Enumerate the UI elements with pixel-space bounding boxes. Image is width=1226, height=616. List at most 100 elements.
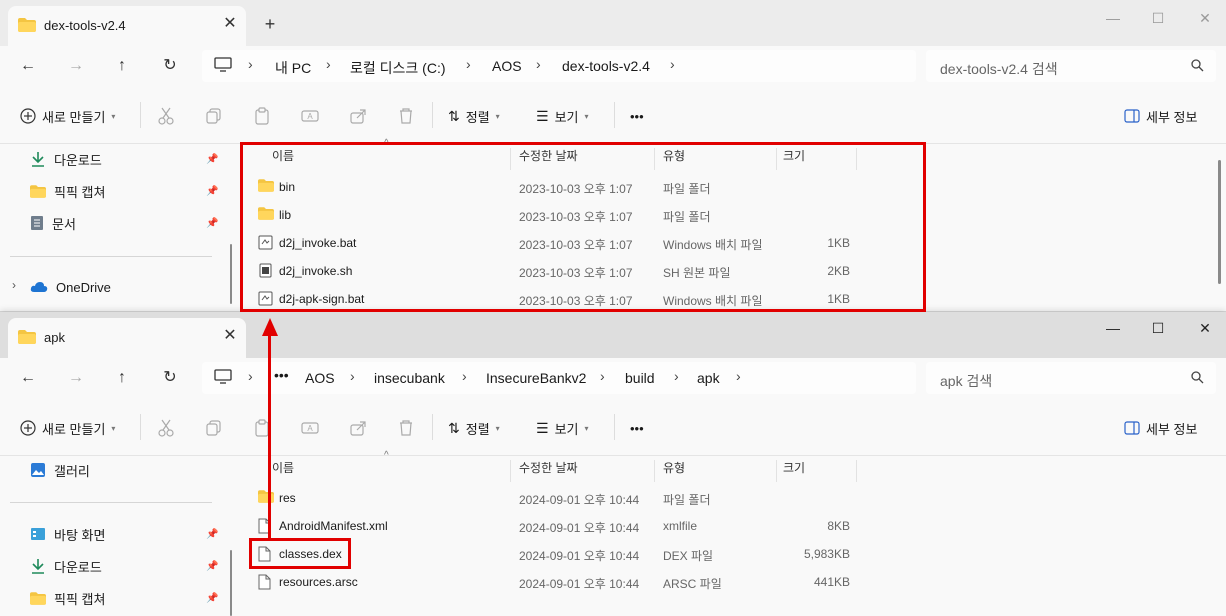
column-header-date[interactable]: 수정한 날짜 <box>519 459 578 481</box>
breadcrumb-item[interactable]: build <box>625 370 655 386</box>
sort-button[interactable]: ⇅ 정렬 ▾ <box>448 106 500 126</box>
trash-icon[interactable] <box>396 106 416 126</box>
paste-icon[interactable] <box>252 106 272 126</box>
sidebar-item-downloads[interactable]: 다운로드 <box>30 555 102 577</box>
maximize-button[interactable]: ☐ <box>1143 6 1173 30</box>
pin-icon[interactable]: 📌 <box>206 593 218 604</box>
copy-icon[interactable] <box>204 106 224 126</box>
more-button[interactable]: ••• <box>630 106 644 126</box>
copy-icon[interactable] <box>204 418 224 438</box>
refresh-icon[interactable]: ↻ <box>156 364 184 392</box>
sidebar-item-pick-capture[interactable]: 픽픽 캡쳐 <box>30 587 105 609</box>
rename-icon[interactable]: A <box>300 106 320 126</box>
forward-arrow-icon[interactable]: → <box>62 364 90 392</box>
breadcrumb-overflow[interactable]: ••• <box>274 367 289 383</box>
sidebar-item-label: 문서 <box>52 216 76 232</box>
sidebar-item-downloads[interactable]: 다운로드 <box>30 148 102 170</box>
sidebar-scrollbar[interactable] <box>230 244 232 304</box>
new-button[interactable]: 새로 만들기 ▾ <box>20 418 115 438</box>
close-window-button[interactable]: ✕ <box>1190 316 1220 340</box>
refresh-icon[interactable]: ↻ <box>156 52 184 80</box>
breadcrumb[interactable]: › 내 PC › 로컬 디스크 (C:) › AOS › dex-tools-v… <box>202 50 916 82</box>
sidebar-item-label: 바탕 화면 <box>54 527 106 543</box>
breadcrumb-item[interactable]: insecubank <box>374 370 445 386</box>
pin-icon[interactable]: 📌 <box>206 561 218 572</box>
details-pane-button[interactable]: 세부 정보 <box>1124 106 1197 126</box>
sidebar-item-label: OneDrive <box>56 279 111 295</box>
sidebar-item-pick-capture[interactable]: 픽픽 캡쳐 <box>30 180 105 202</box>
breadcrumb-item[interactable]: apk <box>697 370 720 386</box>
pin-icon[interactable]: 📌 <box>206 529 218 540</box>
breadcrumb-item[interactable]: 내 PC <box>275 58 311 78</box>
close-window-button[interactable]: ✕ <box>1190 6 1220 30</box>
breadcrumb-item[interactable]: AOS <box>492 58 522 74</box>
sidebar-item-gallery[interactable]: 갤러리 <box>30 459 90 481</box>
close-tab-icon[interactable]: ✕ <box>220 326 240 346</box>
chevron-right-icon: › <box>670 56 675 72</box>
file-date: 2024-09-01 오후 10:44 <box>519 549 640 563</box>
pin-icon[interactable]: 📌 <box>206 218 218 229</box>
up-arrow-icon[interactable]: ↑ <box>108 52 136 80</box>
folder-icon <box>30 184 46 198</box>
new-tab-button[interactable]: + <box>258 12 282 36</box>
table-row[interactable]: res 2024-09-01 오후 10:44 파일 폴더 <box>238 484 1226 512</box>
table-row[interactable]: AndroidManifest.xml 2024-09-01 오후 10:44 … <box>238 512 1226 540</box>
rename-icon[interactable]: A <box>300 418 320 438</box>
breadcrumb-item[interactable]: InsecureBankv2 <box>486 370 586 386</box>
sidebar-item-desktop[interactable]: 바탕 화면 <box>30 523 105 545</box>
cut-icon[interactable] <box>156 418 176 438</box>
file-type: 파일 폴더 <box>663 493 711 507</box>
table-row[interactable]: resources.arsc 2024-09-01 오후 10:44 ARSC … <box>238 568 1226 596</box>
sidebar-item-documents[interactable]: 문서 <box>30 212 76 234</box>
up-arrow-icon[interactable]: ↑ <box>108 364 136 392</box>
view-button[interactable]: ☰ 보기 ▾ <box>536 418 589 438</box>
command-bar: 새로 만들기 ▾ A ⇅ 정렬 ▾ ☰ 보기 ▾ ••• 세부 정보 <box>0 398 1226 456</box>
file-type: xmlfile <box>663 519 698 533</box>
cut-icon[interactable] <box>156 106 176 126</box>
file-list-scrollbar[interactable] <box>1218 160 1221 284</box>
table-row[interactable]: classes.dex 2024-09-01 오후 10:44 DEX 파일 5… <box>238 540 1226 568</box>
divider <box>614 102 615 128</box>
sort-icon: ⇅ <box>448 107 460 124</box>
forward-arrow-icon[interactable]: → <box>62 52 90 80</box>
divider <box>614 414 615 440</box>
tab-dex-tools[interactable]: dex-tools-v2.4 ✕ <box>8 6 246 46</box>
trash-icon[interactable] <box>396 418 416 438</box>
column-header-type[interactable]: 유형 <box>663 459 685 481</box>
view-button[interactable]: ☰ 보기 ▾ <box>536 106 589 126</box>
view-label: 보기 <box>554 109 579 125</box>
sort-button[interactable]: ⇅ 정렬 ▾ <box>448 418 500 438</box>
maximize-button[interactable]: ☐ <box>1143 316 1173 340</box>
file-size: 5,983KB <box>803 547 850 561</box>
breadcrumb-item[interactable]: 로컬 디스크 (C:) <box>350 58 446 78</box>
breadcrumb-item[interactable]: dex-tools-v2.4 <box>562 58 650 74</box>
back-arrow-icon[interactable]: ← <box>14 52 42 80</box>
annotation-arrow <box>268 332 271 538</box>
details-pane-button[interactable]: 세부 정보 <box>1124 418 1197 438</box>
column-header-size[interactable]: 크기 <box>783 459 805 481</box>
pin-icon[interactable]: 📌 <box>206 154 218 165</box>
search-input[interactable]: apk 검색 <box>926 362 1216 394</box>
search-input[interactable]: dex-tools-v2.4 검색 <box>926 50 1216 82</box>
sidebar-item-onedrive[interactable]: OneDrive <box>30 276 111 298</box>
close-tab-icon[interactable]: ✕ <box>220 14 240 34</box>
tab-apk[interactable]: apk ✕ <box>8 318 246 358</box>
column-header-name[interactable]: 이름 <box>272 459 294 481</box>
more-button[interactable]: ••• <box>630 418 644 438</box>
highlight-box-classes-dex <box>249 538 351 569</box>
share-icon[interactable] <box>348 106 368 126</box>
new-button[interactable]: 새로 만들기 ▾ <box>20 106 115 126</box>
more-options-icon: ••• <box>630 420 644 436</box>
share-icon[interactable] <box>348 418 368 438</box>
minimize-button[interactable]: — <box>1098 316 1128 340</box>
details-label: 세부 정보 <box>1146 421 1198 437</box>
breadcrumb-item[interactable]: AOS <box>305 370 335 386</box>
folder-icon <box>30 591 46 605</box>
sidebar-scrollbar[interactable] <box>230 550 232 616</box>
back-arrow-icon[interactable]: ← <box>14 364 42 392</box>
breadcrumb[interactable]: › ••• AOS › insecubank › InsecureBankv2 … <box>202 362 916 394</box>
pin-icon[interactable]: 📌 <box>206 186 218 197</box>
chevron-right-icon[interactable]: › <box>12 278 16 292</box>
minimize-button[interactable]: — <box>1098 6 1128 30</box>
divider <box>10 256 212 257</box>
